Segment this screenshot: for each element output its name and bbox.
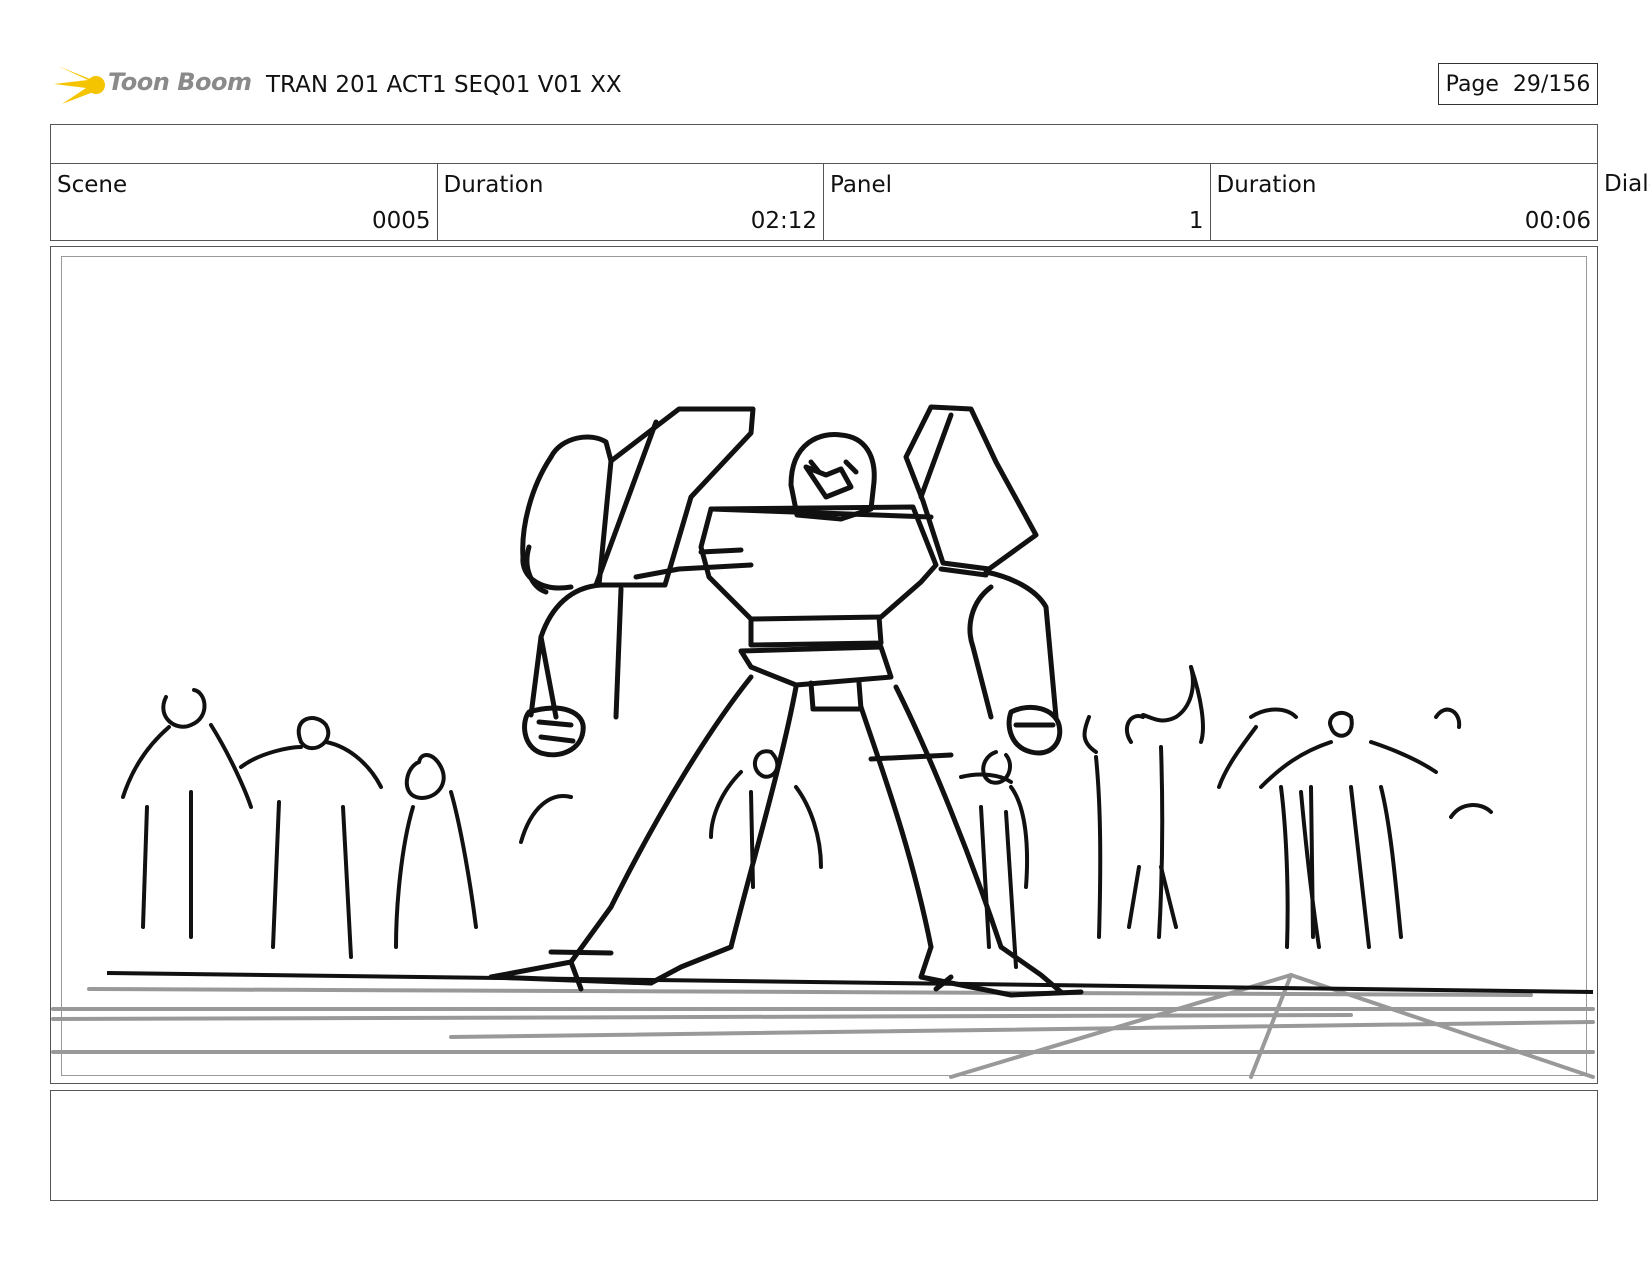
scene-cell: Scene 0005 xyxy=(51,164,438,240)
scene-duration-cell: Duration 02:12 xyxy=(438,164,824,240)
scene-duration-label: Duration xyxy=(443,172,544,198)
panel-duration-label: Duration xyxy=(1216,172,1317,198)
page-indicator: Page 29/156 xyxy=(1438,63,1598,105)
scene-value: 0005 xyxy=(371,208,431,234)
scene-duration-value: 02:12 xyxy=(750,208,817,234)
panel-duration-cell: Duration 00:06 xyxy=(1211,164,1598,240)
panel-label: Panel xyxy=(830,172,893,198)
panel-duration-value: 00:06 xyxy=(1524,208,1591,234)
scene-info-row: Scene 0005 Duration 02:12 Panel 1 Durati… xyxy=(50,163,1598,241)
panel-cell: Panel 1 xyxy=(824,164,1211,240)
storyboard-panel xyxy=(50,246,1598,1084)
storyboard-sketch-image xyxy=(51,404,1595,1079)
action-notes-box xyxy=(50,1090,1598,1201)
logo-text: Toon Boom xyxy=(108,68,252,96)
header-strip xyxy=(50,124,1598,164)
dialog-label: Dialog xyxy=(1604,171,1650,197)
panel-value: 1 xyxy=(1188,208,1204,234)
document-title: TRAN 201 ACT1 SEQ01 V01 XX xyxy=(266,72,622,98)
scene-label: Scene xyxy=(57,172,128,198)
